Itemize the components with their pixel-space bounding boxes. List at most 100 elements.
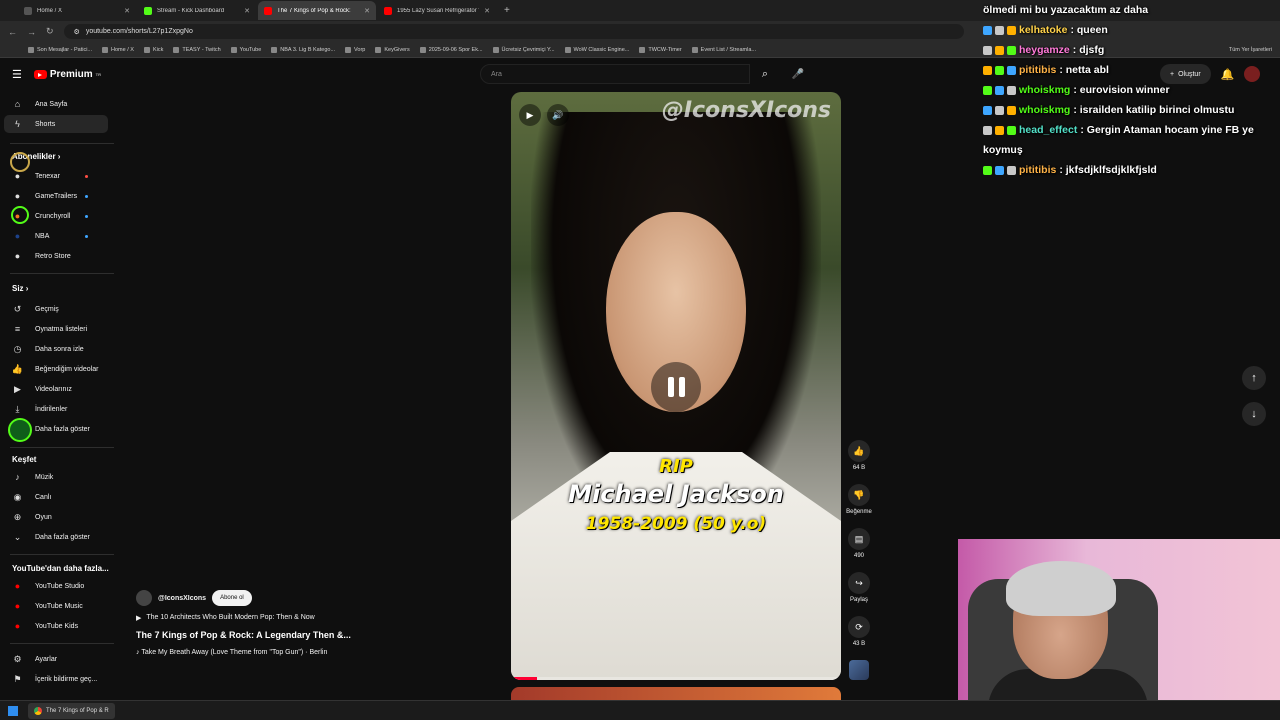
bookmark-item[interactable]: 2025-09-06 Spor Ek... [419, 46, 483, 53]
chat-message: whoiskmg: eurovision winner [983, 84, 1170, 96]
caption-rip: RIP [659, 456, 693, 477]
bookmark-item[interactable]: KeyGivers [375, 46, 410, 53]
sidebar-sub-retro-store[interactable]: ● Retro Store [4, 247, 108, 265]
bookmark-item[interactable]: Vorp [345, 46, 365, 53]
bookmark-item[interactable]: TWCW-Timer [639, 46, 682, 53]
chat-badge-icon [1007, 45, 1016, 55]
chat-username: pititibis [1019, 64, 1057, 76]
close-icon[interactable]: ✕ [484, 7, 490, 15]
sidebar-divider [10, 273, 114, 274]
menu-icon[interactable]: ☰ [12, 68, 22, 81]
share-button[interactable]: ↪ Paylaş [843, 572, 875, 603]
bookmark-item[interactable]: Home / X [102, 46, 134, 53]
reload-icon[interactable]: ↻ [46, 26, 54, 37]
next-short-button[interactable]: ↓ [1242, 402, 1266, 426]
sidebar-item-history[interactable]: ↺ Geçmiş [4, 300, 108, 318]
sidebar-item-home[interactable]: ⌂ Ana Sayfa [4, 95, 108, 113]
next-short-preview[interactable] [511, 687, 841, 700]
sidebar-item-youtube-studio[interactable]: ● YouTube Studio [4, 577, 108, 595]
sidebar-item-show-more-explore[interactable]: ⌄ Daha fazla göster [4, 528, 108, 546]
sidebar-item-watch-later[interactable]: ◷ Daha sonra izle [4, 340, 108, 358]
sidebar-item-youtube-music[interactable]: ● YouTube Music [4, 597, 108, 615]
video-title[interactable]: The 7 Kings of Pop & Rock: A Legendary T… [136, 630, 496, 640]
volume-button[interactable]: 🔊 [547, 104, 569, 126]
sidebar-item-liked-videos[interactable]: 👍 Beğendiğim videolar [4, 360, 108, 378]
dislike-button[interactable]: 👎 Beğenme [843, 484, 875, 515]
sidebar-sub-nba[interactable]: ● NBA [4, 227, 108, 245]
chat-badge-icon [983, 45, 992, 55]
bookmark-item[interactable]: WoW Classic Engine... [564, 46, 629, 53]
chat-badge-icon [995, 165, 1004, 175]
bookmark-item[interactable]: Ücretsiz Çevrimiçi Y... [492, 46, 555, 53]
bookmark-item[interactable]: Event List / Streamla... [691, 46, 756, 53]
sidebar-sub-gametrailers[interactable]: ● GameTrailers [4, 187, 108, 205]
chat-badge-icon [1007, 85, 1016, 95]
like-button[interactable]: 👍 64 B [843, 440, 875, 471]
sidebar-item-your-videos[interactable]: ▶ Videolarınız [4, 380, 108, 398]
chrome-icon [34, 706, 42, 715]
chat-badge-icon [983, 105, 992, 115]
browser-tab[interactable]: 1955 Lazy Susan Refrigerator V ✕ [378, 1, 496, 20]
search-button[interactable]: ⌕ [750, 64, 780, 84]
video-progress-bar[interactable] [511, 677, 841, 680]
browser-tab[interactable]: Home / X ✕ [18, 1, 136, 20]
search-input[interactable]: Ara [480, 64, 750, 84]
browser-tab[interactable]: Stream - Kick Dashboard ✕ [138, 1, 256, 20]
flag-icon: ⚑ [13, 673, 22, 684]
explore-header: Keşfet [12, 455, 37, 464]
music-link[interactable]: ♪ Take My Breath Away (Love Theme from "… [136, 649, 496, 656]
comments-button[interactable]: ▤ 490 [843, 528, 875, 559]
sidebar-item-shorts[interactable]: ϟ Shorts [4, 115, 108, 133]
windows-taskbar: The 7 Kings of Pop & R [0, 700, 1280, 720]
bookmark-item[interactable]: NBA 3. Lig B Katego... [271, 46, 335, 53]
close-icon[interactable]: ✕ [124, 7, 130, 15]
clock-icon: ◷ [13, 343, 22, 354]
live-indicator-icon [85, 174, 88, 178]
audio-thumbnail[interactable] [849, 660, 869, 680]
stream-chat-overlay: ölmedi mi bu yazacaktım az daha kelhatoke… [975, 0, 1280, 190]
channel-avatar[interactable] [136, 590, 152, 606]
play-button[interactable]: ▶ [519, 104, 541, 126]
bookmark-favicon-icon [28, 46, 34, 53]
youtube-premium-logo[interactable]: Premium TR [33, 69, 101, 80]
sidebar-item-settings[interactable]: ⚙ Ayarlar [4, 650, 108, 668]
youtube-icon [264, 6, 272, 15]
sidebar-item-music[interactable]: ♪ Müzik [4, 468, 108, 486]
bookmark-favicon-icon [173, 46, 180, 53]
previous-short-button[interactable]: ↑ [1242, 366, 1266, 390]
windows-start-icon[interactable] [8, 705, 18, 716]
pause-button[interactable] [651, 362, 701, 412]
close-icon[interactable]: ✕ [364, 7, 370, 15]
more-from-youtube-header: YouTube'dan daha fazla... [12, 564, 109, 573]
sidebar-item-youtube-kids[interactable]: ● YouTube Kids [4, 617, 108, 635]
remix-button[interactable]: ⟳ 43 B [843, 616, 875, 647]
you-header[interactable]: Siz › [12, 284, 28, 293]
share-icon: ↪ [848, 572, 870, 594]
url-field[interactable]: ⚙ youtube.com/shorts/L27p1ZxpgNo [63, 24, 964, 39]
sidebar-item-downloads[interactable]: ⤓ İndirilenler [4, 400, 108, 418]
bookmark-item[interactable]: YouTube [230, 46, 261, 53]
sidebar-item-playlists[interactable]: ≡ Oynatma listeleri [4, 320, 108, 338]
channel-name[interactable]: @IconsXIcons [158, 595, 206, 602]
site-info-icon[interactable]: ⚙ [74, 28, 80, 36]
chat-username: whoiskmg [1019, 104, 1071, 116]
sidebar-item-gaming[interactable]: ⊕ Oyun [4, 508, 108, 526]
short-video-player[interactable]: @IconsXIcons ▶ 🔊 RIP Michael Jackson 195… [511, 92, 841, 680]
bookmark-item[interactable]: TEASY - Twitch [173, 46, 221, 53]
sidebar-item-live[interactable]: ◉ Canlı [4, 488, 108, 506]
close-icon[interactable]: ✕ [244, 7, 250, 15]
bookmark-favicon-icon [271, 46, 278, 53]
browser-tab-active[interactable]: The 7 Kings of Pop & Rock: ✕ [258, 1, 376, 20]
back-icon[interactable]: ← [8, 27, 17, 37]
voice-search-button[interactable]: 🎤 [790, 66, 806, 82]
sidebar-item-report-history[interactable]: ⚑ İçerik bildirme geç... [4, 670, 108, 688]
sidebar-divider [10, 143, 114, 144]
bookmark-favicon-icon [230, 46, 237, 53]
subscribe-button[interactable]: Abone ol [212, 590, 252, 606]
new-tab-button[interactable]: + [498, 5, 516, 16]
taskbar-chrome-task[interactable]: The 7 Kings of Pop & R [28, 702, 115, 719]
related-video-link[interactable]: ▶ The 10 Architects Who Built Modern Pop:… [136, 614, 496, 622]
bookmark-item[interactable]: Son Mesajlar - Patici... [28, 46, 92, 53]
bookmark-item[interactable]: Kick [143, 46, 163, 53]
forward-icon[interactable]: → [27, 27, 36, 37]
